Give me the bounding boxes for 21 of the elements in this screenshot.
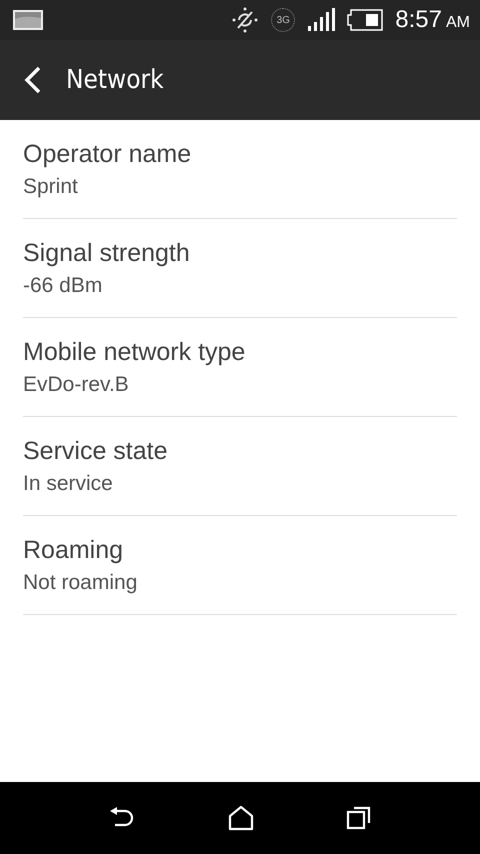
- item-value: EvDo-rev.B: [23, 372, 130, 396]
- back-icon[interactable]: [24, 66, 42, 94]
- item-value: Sprint: [23, 174, 79, 198]
- item-title: Signal strength: [23, 238, 191, 268]
- item-title: Operator name: [23, 140, 192, 168]
- item-title: Mobile network type: [23, 338, 246, 366]
- item-value: Not roaming: [23, 570, 138, 594]
- sync-off-icon: [231, 6, 260, 34]
- recent-apps-icon[interactable]: [346, 805, 372, 831]
- signal-icon: [307, 8, 336, 32]
- item-title: Service state: [23, 436, 169, 466]
- item-title: Roaming: [23, 536, 124, 564]
- network-type-indicator: 3G: [271, 8, 296, 32]
- battery-icon: [347, 9, 384, 31]
- clock-meridiem: AM: [446, 14, 470, 32]
- screen-title: Network: [66, 65, 164, 95]
- clock-time: 8:57: [395, 6, 442, 34]
- image-notification-icon: [12, 9, 44, 31]
- item-value: -66 dBm: [23, 274, 104, 298]
- item-value: In service: [23, 472, 114, 496]
- home-icon[interactable]: [228, 805, 254, 831]
